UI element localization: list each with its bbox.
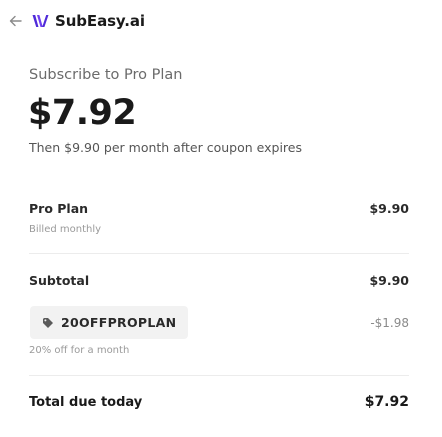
arrow-left-icon[interactable]: [8, 14, 22, 28]
total-amount: $7.92: [364, 394, 409, 410]
coupon-description: 20% off for a month: [29, 345, 130, 356]
coupon-code: 20OFFPROPLAN: [61, 315, 177, 330]
total-label: Total due today: [29, 395, 143, 410]
divider: [29, 253, 409, 254]
subtotal-amount: $9.90: [369, 273, 409, 288]
divider: [29, 375, 409, 376]
subeasy-logo-icon: [32, 14, 49, 28]
subscription-title: Subscribe to Pro Plan: [29, 67, 183, 83]
price-note: Then $9.90 per month after coupon expire…: [29, 140, 302, 155]
coupon-chip[interactable]: 20OFFPROPLAN: [30, 306, 189, 339]
discount-amount: -$1.98: [370, 316, 409, 330]
checkout-page: { "header": { "brand": "SubEasy.ai", "ba…: [0, 0, 442, 437]
header: SubEasy.ai: [8, 8, 145, 34]
subtotal-label: Subtotal: [29, 273, 90, 288]
tag-icon: [42, 317, 54, 329]
plan-amount: $9.90: [369, 201, 409, 216]
billing-cycle: Billed monthly: [29, 224, 102, 235]
brand-name[interactable]: SubEasy.ai: [55, 12, 145, 30]
plan-name: Pro Plan: [29, 201, 89, 216]
price-due: $7.92: [28, 93, 137, 133]
